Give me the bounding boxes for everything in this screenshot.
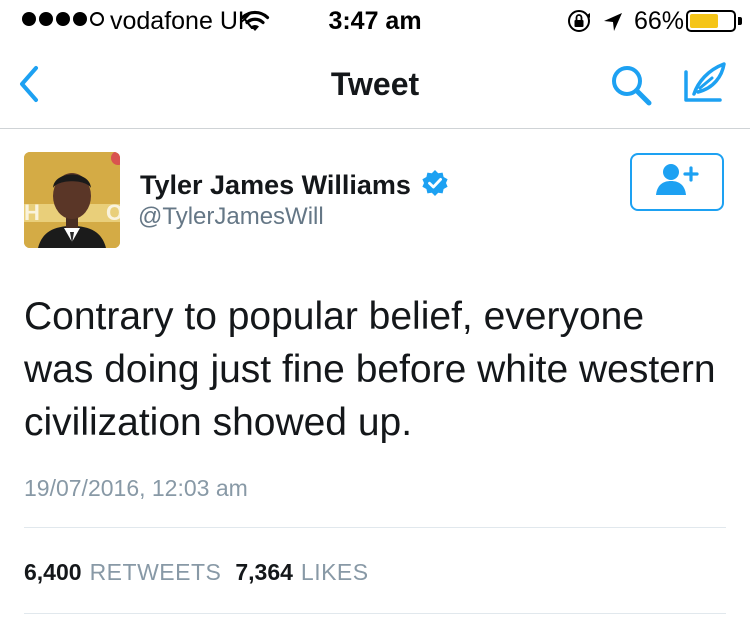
- rotation-lock-icon: [566, 9, 594, 38]
- like-label[interactable]: LIKES: [301, 559, 369, 586]
- add-user-icon: [653, 161, 701, 204]
- like-count[interactable]: 7,364: [235, 559, 293, 586]
- tweet-text: Contrary to popular belief, everyone was…: [24, 295, 716, 444]
- author-handle[interactable]: @TylerJamesWill: [138, 203, 324, 231]
- tweet-stats: 6,400 RETWEETS 7,364 LIKES: [24, 559, 369, 586]
- navigation-bar: Tweet: [0, 40, 750, 129]
- status-bar: vodafone UK 3:47 am 66%: [0, 0, 750, 40]
- retweet-count[interactable]: 6,400: [24, 559, 82, 586]
- author-name[interactable]: Tyler James Williams: [140, 170, 411, 201]
- compose-feather-icon[interactable]: [682, 60, 728, 111]
- follow-button[interactable]: [630, 153, 724, 211]
- battery-percentage: 66%: [634, 7, 685, 35]
- battery-level-fill: [690, 14, 718, 28]
- divider: [24, 613, 726, 614]
- svg-text:H: H: [24, 200, 40, 225]
- battery-icon: [686, 10, 736, 32]
- divider: [24, 527, 726, 528]
- avatar[interactable]: H O: [24, 152, 120, 248]
- svg-text:O: O: [106, 200, 120, 225]
- author-name-row: Tyler James Williams: [140, 169, 449, 202]
- retweet-label[interactable]: RETWEETS: [90, 559, 222, 586]
- tweet-timestamp: 19/07/2016, 12:03 am: [24, 475, 248, 501]
- verified-badge-icon: [421, 169, 449, 202]
- location-arrow-icon: [602, 11, 624, 38]
- search-icon[interactable]: [608, 62, 654, 113]
- battery-tip: [738, 17, 742, 25]
